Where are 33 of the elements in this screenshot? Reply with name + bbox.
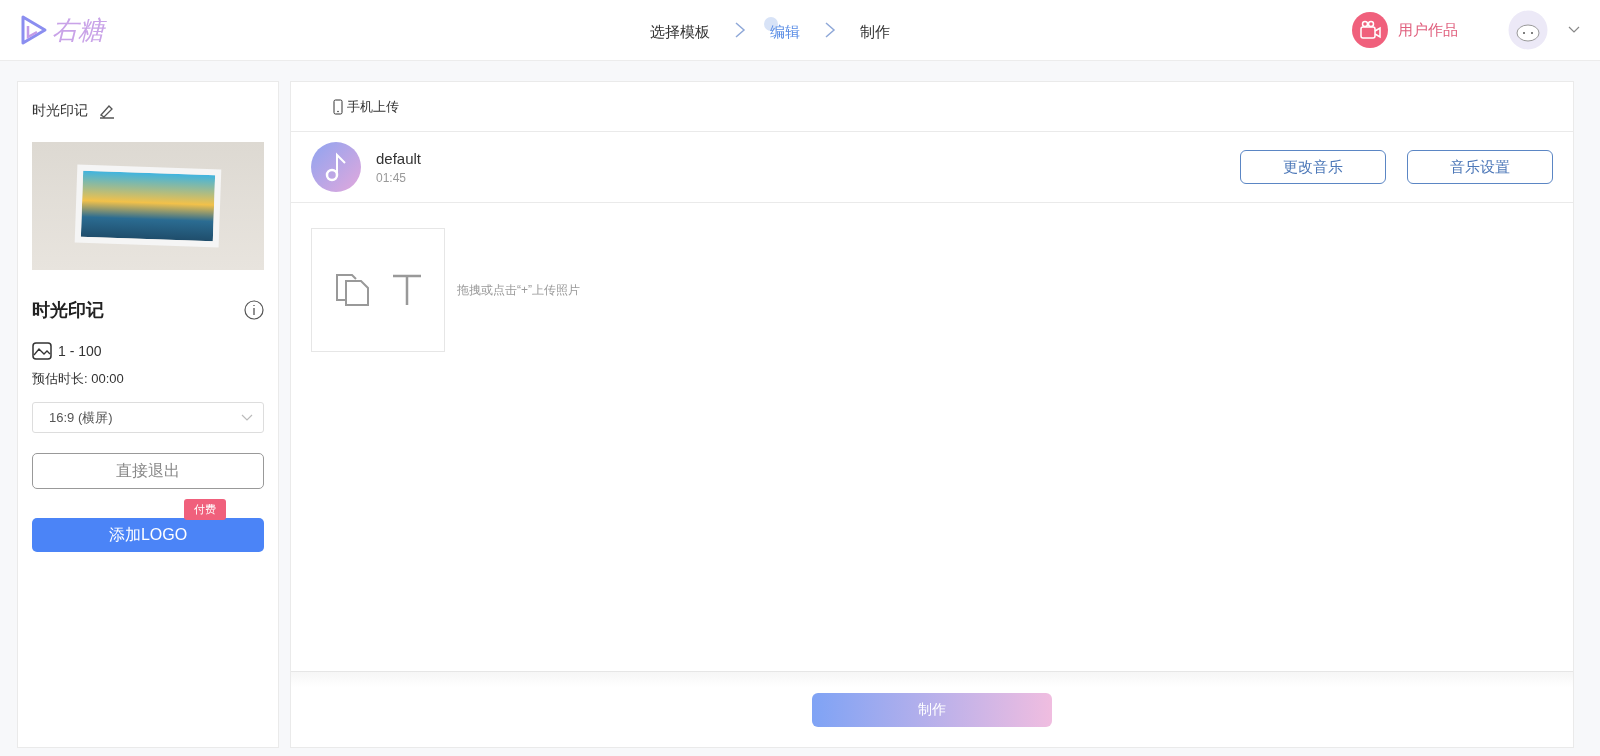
step-tab[interactable]: 制作: [854, 17, 896, 43]
chevron-right-icon: [734, 21, 746, 39]
chevron-down-icon: [241, 413, 253, 422]
text-icon: [392, 274, 422, 306]
ratio-select[interactable]: 16:9 (横屏): [32, 402, 264, 433]
user-works-link[interactable]: 用户作品: [1352, 12, 1458, 48]
edit-pencil-icon[interactable]: [98, 103, 116, 119]
add-logo-button[interactable]: 添加LOGO: [32, 518, 264, 552]
step-tab[interactable]: 选择模板: [644, 17, 716, 43]
music-duration: 01:45: [376, 170, 408, 185]
estimated-duration: 预估时长: 00:00: [32, 370, 125, 388]
paid-badge: 付费: [184, 499, 226, 520]
camera-icon: [1352, 12, 1388, 48]
step-tab[interactable]: 编辑: [764, 17, 806, 43]
image-icon: [32, 342, 52, 360]
project-title: 时光印记: [32, 102, 88, 120]
upload-drop-area[interactable]: [311, 228, 445, 352]
info-icon[interactable]: [244, 300, 264, 320]
template-name: 时光印记: [32, 299, 104, 322]
chevron-down-icon[interactable]: [1568, 26, 1580, 34]
avatar-icon[interactable]: [1508, 10, 1548, 50]
photo-count-range: 1 - 100: [58, 343, 102, 359]
music-button[interactable]: 更改音乐: [1240, 150, 1386, 184]
play-logo-icon: [20, 14, 48, 46]
phone-upload-link[interactable]: 手机上传: [333, 97, 399, 116]
music-button[interactable]: 音乐设置: [1407, 150, 1553, 184]
music-disc-icon: [311, 142, 361, 192]
copy-icon: [334, 273, 370, 307]
exit-button[interactable]: 直接退出: [32, 453, 264, 489]
upload-hint: 拖拽或点击“+”上传照片: [457, 281, 580, 299]
music-name: default: [376, 149, 423, 167]
chevron-right-icon: [824, 21, 836, 39]
phone-icon: [333, 98, 343, 115]
